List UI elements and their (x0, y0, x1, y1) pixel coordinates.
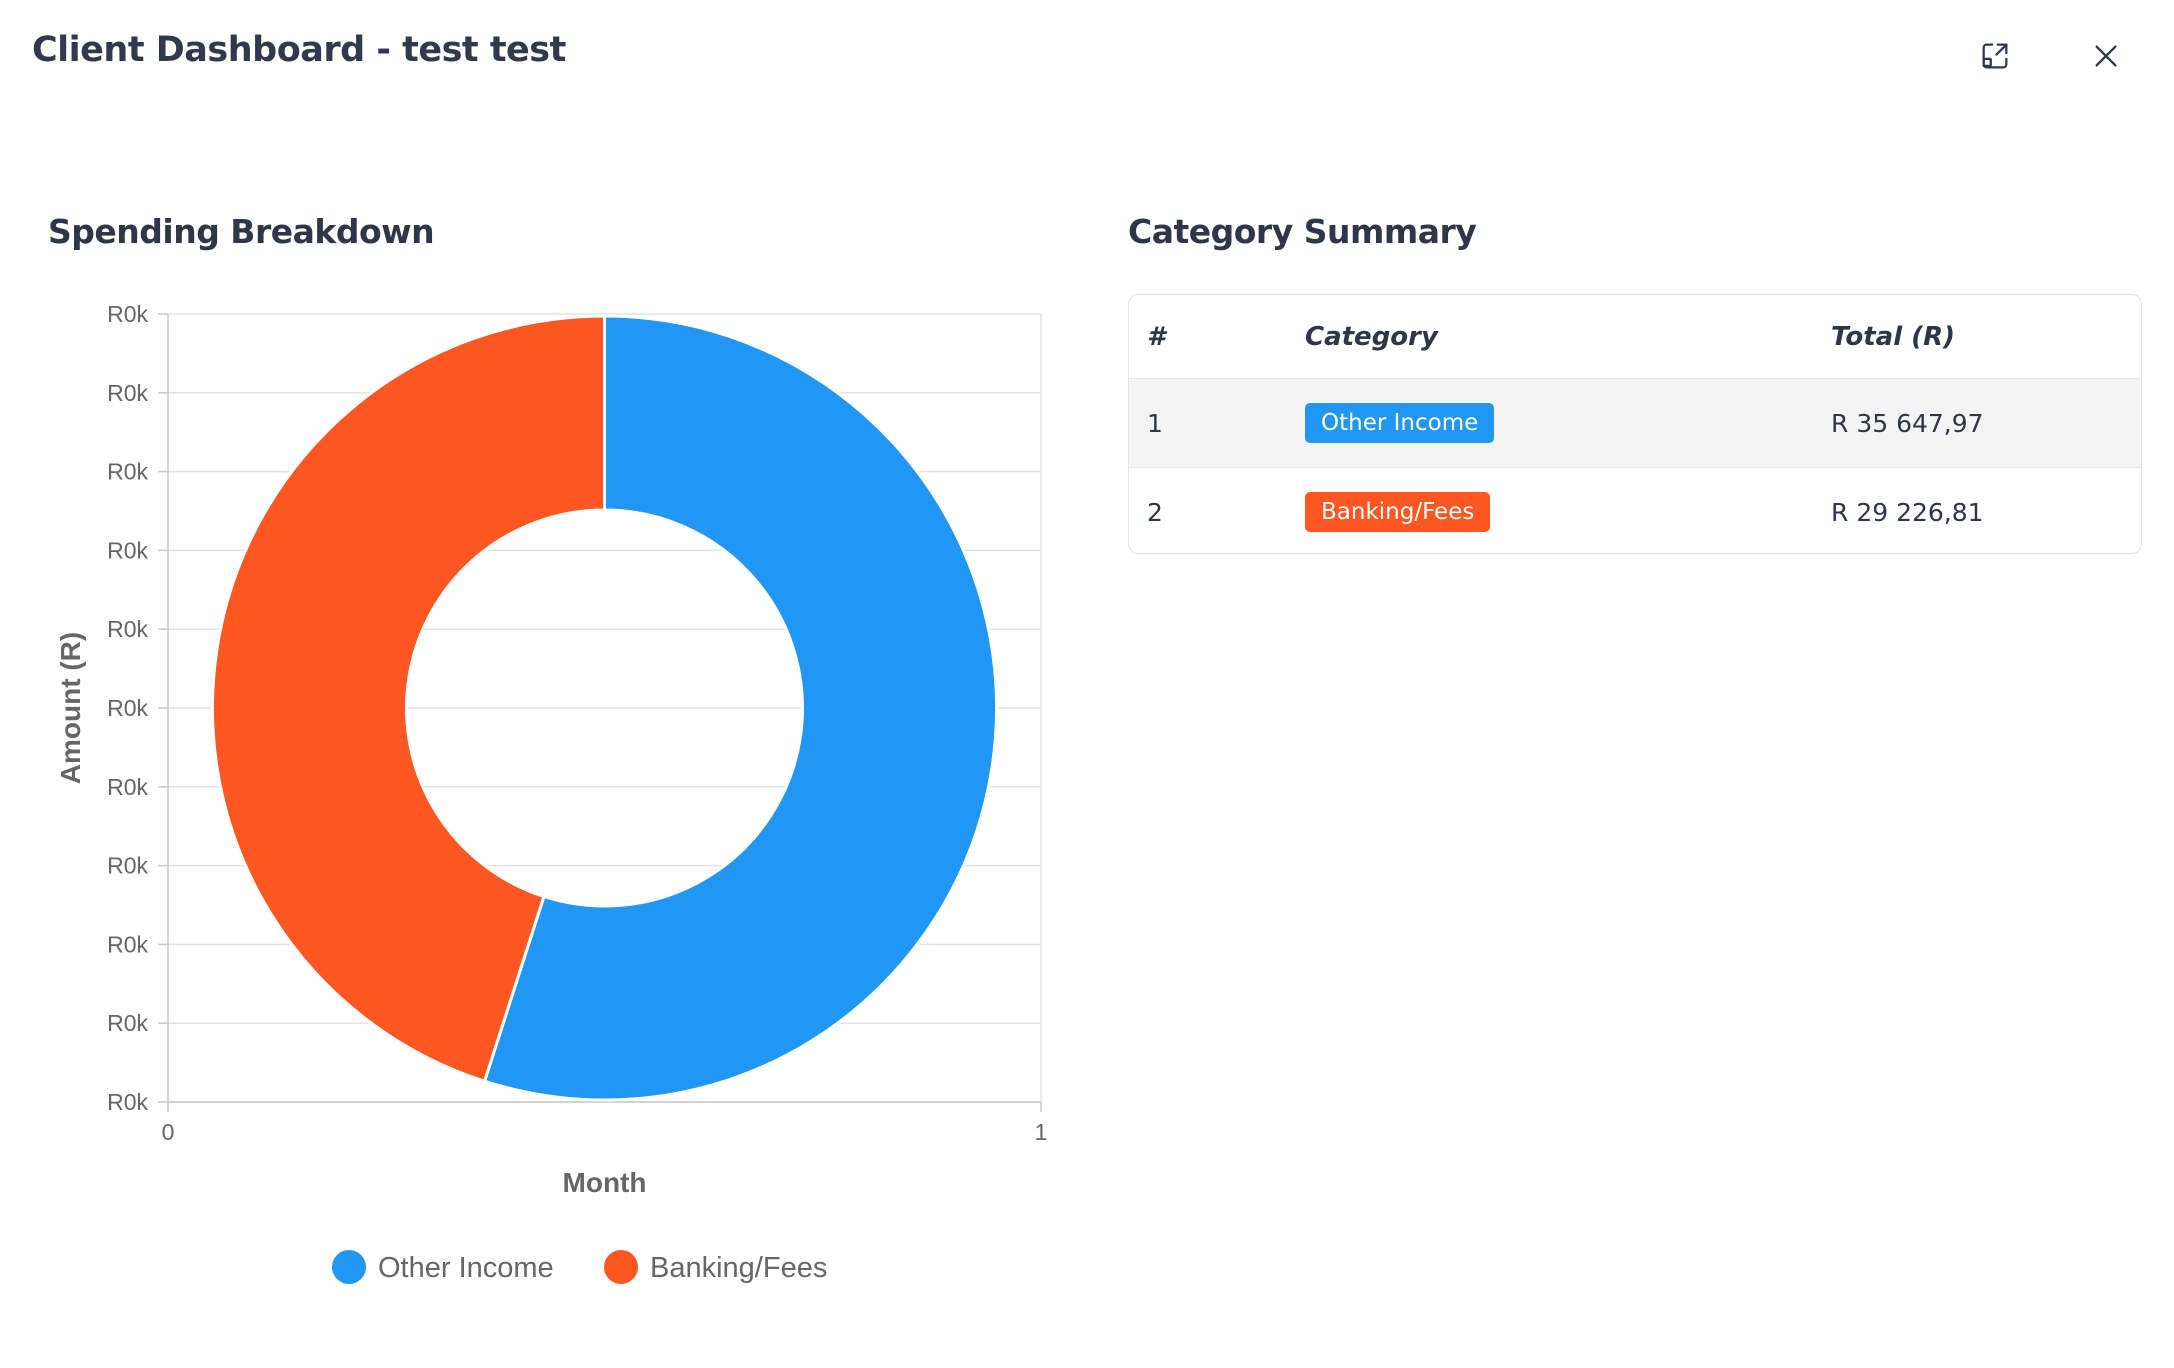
y-tick-label: R0k (107, 695, 148, 721)
spending-breakdown-title: Spending Breakdown (48, 212, 435, 251)
x-tick-label: 1 (1035, 1119, 1048, 1145)
row-index: 1 (1129, 378, 1305, 468)
y-tick-label: R0k (107, 380, 148, 406)
x-axis-title: Month (563, 1167, 647, 1198)
expand-icon (1982, 43, 2008, 69)
close-icon (2095, 45, 2117, 67)
legend-marker (332, 1250, 366, 1284)
y-tick-label: R0k (107, 1089, 148, 1115)
chart-svg: R0k R0k R0k R0k R0k R0k R0k R0k R0k R0k R0k 0 1 Month… (55, 301, 1048, 1284)
y-tick-label: R0k (107, 853, 148, 879)
category-summary-table: # Category Total (R) 1 Other Income R 35… (1128, 294, 2142, 554)
category-badge: Banking/Fees (1305, 492, 1491, 532)
modal-header: Client Dashboard - test test (32, 26, 2134, 86)
category-badge: Other Income (1305, 403, 1495, 443)
table-row: 1 Other Income R 35 647,97 (1129, 378, 2141, 468)
x-tick-label: 0 (162, 1119, 175, 1145)
row-category-cell: Banking/Fees (1305, 467, 1831, 553)
y-tick-label: R0k (107, 459, 148, 485)
column-header-index: # (1147, 321, 1166, 352)
legend-label: Other Income (378, 1252, 554, 1284)
y-tick-label: R0k (107, 616, 148, 642)
row-total: R 35 647,97 (1831, 378, 2141, 468)
y-tick-label: R0k (107, 774, 148, 800)
table-header-row: # Category Total (R) (1129, 295, 2141, 379)
y-tick-label: R0k (107, 301, 148, 327)
y-axis-title: Amount (R) (55, 632, 86, 784)
row-category-cell: Other Income (1305, 378, 1831, 468)
client-dashboard-modal: Client Dashboard - test test Spending Br… (0, 0, 2174, 1368)
row-index: 2 (1129, 467, 1305, 553)
page-title: Client Dashboard - test test (32, 30, 566, 70)
y-tick-label: R0k (107, 931, 148, 957)
expand-button[interactable] (1973, 34, 2017, 78)
column-header-category: Category (1305, 321, 1438, 352)
close-button[interactable] (2084, 34, 2128, 78)
y-tick-label: R0k (107, 1010, 148, 1036)
column-header-total: Total (R) (1831, 321, 1955, 352)
legend-label: Banking/Fees (650, 1252, 827, 1284)
legend-marker (604, 1250, 638, 1284)
category-summary-title: Category Summary (1128, 212, 1477, 251)
y-tick-label: R0k (107, 537, 148, 563)
table-row: 2 Banking/Fees R 29 226,81 (1129, 467, 2141, 553)
row-total: R 29 226,81 (1831, 467, 2141, 553)
spending-breakdown-chart: R0k R0k R0k R0k R0k R0k R0k R0k R0k R0k R0k 0 1 Month… (40, 290, 1060, 1290)
